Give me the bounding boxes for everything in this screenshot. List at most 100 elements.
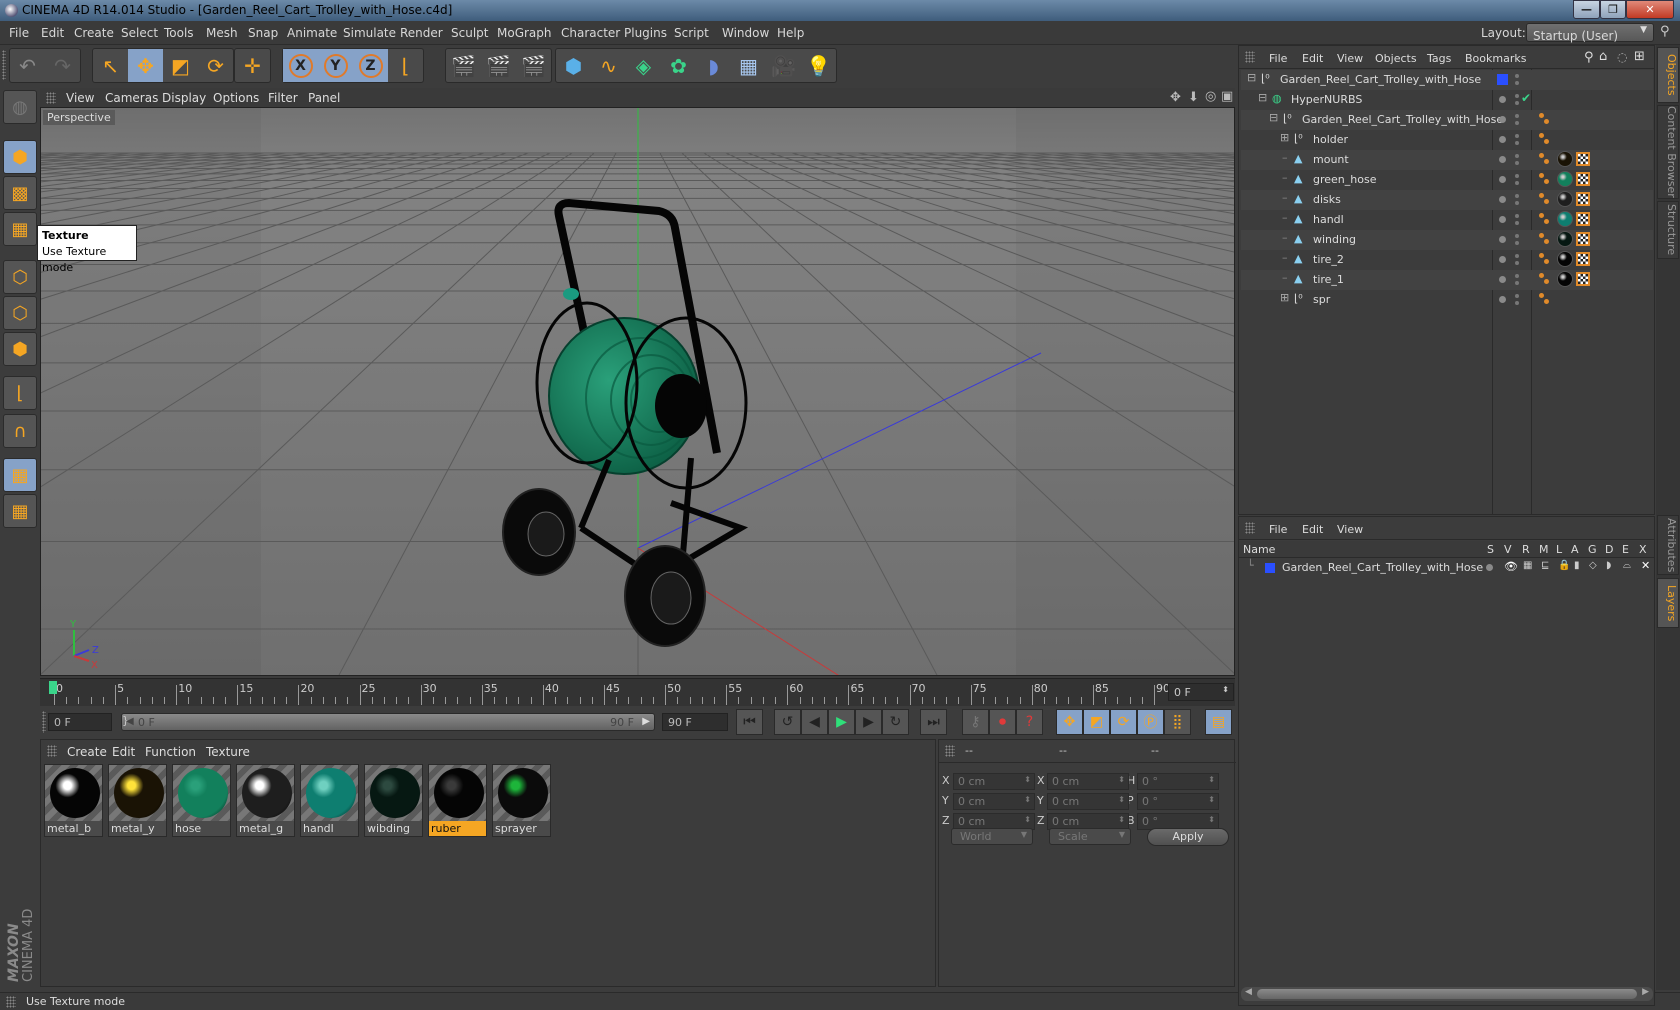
polygons-mode-button[interactable]: ⬢ bbox=[3, 332, 37, 366]
render-visibility-dot[interactable] bbox=[1515, 141, 1519, 145]
editor-visibility-dot[interactable] bbox=[1515, 94, 1519, 98]
layer-column-a[interactable]: A bbox=[1571, 543, 1579, 556]
side-tab-attributes[interactable]: Attributes bbox=[1657, 515, 1679, 575]
object-menu-edit[interactable]: Edit bbox=[1302, 52, 1323, 65]
side-tab-layers[interactable]: Layers bbox=[1657, 578, 1679, 628]
panel-grip[interactable] bbox=[945, 745, 955, 757]
manager-tree-icon[interactable]: ⊑ bbox=[1541, 560, 1549, 571]
enabled-check-icon[interactable]: ✔ bbox=[1521, 91, 1531, 105]
spinner-icon[interactable]: ⬍ bbox=[1118, 775, 1125, 784]
editor-visibility-dot[interactable] bbox=[1515, 214, 1519, 218]
viewport-menu-view[interactable]: View bbox=[66, 91, 94, 105]
go-to-end-button[interactable]: ⏭ bbox=[920, 709, 947, 735]
eye-icon[interactable]: ◌ bbox=[1617, 50, 1627, 64]
object-name[interactable]: green_hose bbox=[1313, 173, 1376, 186]
render-settings-button[interactable]: 🎬 bbox=[516, 49, 551, 82]
next-frame-button[interactable]: ▶ bbox=[855, 709, 882, 735]
object-row[interactable]: – ▲ winding bbox=[1241, 230, 1653, 250]
y-axis-button[interactable]: Y bbox=[318, 49, 353, 82]
editor-visibility-dot[interactable] bbox=[1515, 154, 1519, 158]
coordinate-field[interactable]: 0 cm ⬍ bbox=[1047, 773, 1129, 790]
editor-visibility-dot[interactable] bbox=[1515, 114, 1519, 118]
texture-tag-icon[interactable] bbox=[1576, 252, 1590, 266]
phong-tag-icon[interactable] bbox=[1539, 273, 1551, 285]
object-menu-bookmarks[interactable]: Bookmarks bbox=[1465, 52, 1526, 65]
layer-toggle[interactable] bbox=[1499, 156, 1506, 163]
x-axis-button[interactable]: X bbox=[283, 49, 318, 82]
layer-column-l[interactable]: L bbox=[1556, 543, 1562, 556]
object-row[interactable]: – ▲ tire_2 bbox=[1241, 250, 1653, 270]
key-rotation-button[interactable]: ⟳ bbox=[1110, 709, 1137, 735]
layer-column-m[interactable]: M bbox=[1539, 543, 1549, 556]
phong-tag-icon[interactable] bbox=[1539, 293, 1551, 305]
layer-column-name[interactable]: Name bbox=[1243, 543, 1275, 556]
viewport-menu-cameras[interactable]: Cameras bbox=[105, 91, 158, 105]
key-parameter-button[interactable]: Ⓟ bbox=[1137, 709, 1164, 735]
size-mode-dropdown[interactable]: Scale ▼ bbox=[1049, 828, 1131, 845]
expand-icon[interactable]: ⊞ bbox=[1280, 291, 1289, 304]
maximize-button[interactable]: ❐ bbox=[1600, 0, 1626, 19]
key-pla-button[interactable]: ⣿ bbox=[1164, 709, 1191, 735]
3d-viewport[interactable]: Y Z X Perspective bbox=[40, 107, 1235, 676]
material-tag-icon[interactable] bbox=[1557, 191, 1573, 207]
object-menu-tags[interactable]: Tags bbox=[1427, 52, 1451, 65]
menu-window[interactable]: Window bbox=[722, 26, 769, 40]
panel-grip[interactable] bbox=[1245, 522, 1255, 534]
material-swatch[interactable]: sprayer bbox=[492, 764, 551, 837]
layer-column-v[interactable]: V bbox=[1504, 543, 1512, 556]
render-visibility-dot[interactable] bbox=[1515, 181, 1519, 185]
layer-menu-file[interactable]: File bbox=[1269, 523, 1287, 536]
rotate-view-icon[interactable]: ◎ bbox=[1205, 89, 1216, 104]
phong-tag-icon[interactable] bbox=[1539, 133, 1551, 145]
subdivision-surface-button[interactable]: ◈ bbox=[626, 49, 661, 82]
render-visibility-dot[interactable] bbox=[1515, 81, 1519, 85]
menu-tools[interactable]: Tools bbox=[164, 26, 194, 40]
object-menu-file[interactable]: File bbox=[1269, 52, 1287, 65]
coordinate-field[interactable]: 0 ° ⬍ bbox=[1137, 773, 1219, 790]
material-menu-function[interactable]: Function bbox=[145, 745, 196, 759]
render-visibility-dot[interactable] bbox=[1515, 221, 1519, 225]
texture-mode-checker-button[interactable]: ▩ bbox=[3, 176, 37, 210]
object-name[interactable]: tire_2 bbox=[1313, 253, 1344, 266]
object-name[interactable]: handl bbox=[1313, 213, 1344, 226]
keyframe-selection-button[interactable]: ? bbox=[1016, 709, 1043, 735]
frame-range-slider[interactable]: ◀ 0 F 90 F ▶ } bbox=[121, 713, 655, 731]
apply-button[interactable]: Apply bbox=[1147, 828, 1229, 846]
material-tag-icon[interactable] bbox=[1557, 211, 1573, 227]
menu-edit[interactable]: Edit bbox=[41, 26, 64, 40]
object-name[interactable]: tire_1 bbox=[1313, 273, 1344, 286]
layer-toggle[interactable] bbox=[1499, 296, 1506, 303]
material-swatch[interactable]: ruber bbox=[428, 764, 487, 837]
object-name[interactable]: spr bbox=[1313, 293, 1330, 306]
deformer-button[interactable]: ◗ bbox=[696, 49, 731, 82]
texture-tag-icon[interactable] bbox=[1576, 172, 1590, 186]
horizontal-scrollbar[interactable]: ◀ ▶ bbox=[1241, 987, 1653, 1001]
range-right-arrow-icon[interactable]: ▶ bbox=[642, 716, 650, 727]
object-row[interactable]: ⊞ ⌊⁰ holder bbox=[1241, 130, 1653, 150]
render-to-picture-viewer-button[interactable]: 🎬 bbox=[481, 49, 516, 82]
spinner-icon[interactable]: ⬍ bbox=[1208, 795, 1215, 804]
light-button[interactable]: 💡 bbox=[801, 49, 836, 82]
object-name[interactable]: HyperNURBS bbox=[1291, 93, 1362, 106]
make-editable-button[interactable]: ◍ bbox=[3, 90, 37, 124]
key-position-button[interactable]: ✥ bbox=[1056, 709, 1083, 735]
range-left-arrow-icon[interactable]: ◀ bbox=[126, 716, 134, 727]
scroll-left-arrow-icon[interactable]: ◀ bbox=[1245, 987, 1252, 997]
object-row[interactable]: – ▲ green_hose bbox=[1241, 170, 1653, 190]
material-menu-create[interactable]: Create bbox=[67, 745, 107, 759]
material-swatch[interactable]: handl bbox=[300, 764, 359, 837]
object-row[interactable]: ⊟ ◍ HyperNURBS ✔ bbox=[1241, 90, 1653, 110]
expand-icon[interactable]: ⊞ bbox=[1280, 131, 1289, 144]
texture-tag-icon[interactable] bbox=[1576, 232, 1590, 246]
axis-mode-button[interactable]: ⌊ bbox=[3, 376, 37, 410]
points-mode-button[interactable]: ⬡ bbox=[3, 260, 37, 294]
layer-column-g[interactable]: G bbox=[1588, 543, 1597, 556]
spinner-icon[interactable]: ⬍ bbox=[1024, 815, 1031, 824]
pan-view-icon[interactable]: ✥ bbox=[1170, 90, 1181, 105]
object-row[interactable]: – ▲ disks bbox=[1241, 190, 1653, 210]
undo-button[interactable]: ↶ bbox=[10, 49, 45, 82]
object-row[interactable]: – ▲ handl bbox=[1241, 210, 1653, 230]
object-row[interactable]: – ▲ tire_1 bbox=[1241, 270, 1653, 290]
menu-help[interactable]: Help bbox=[777, 26, 804, 40]
collapse-icon[interactable]: ⊟ bbox=[1269, 111, 1278, 124]
